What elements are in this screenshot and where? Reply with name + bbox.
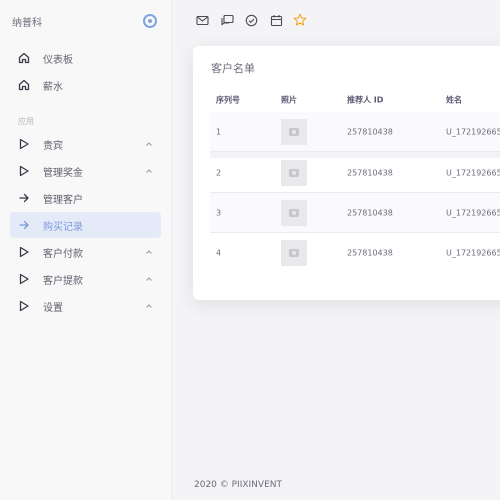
cell-referrer-id: 257810438	[347, 168, 393, 178]
photo-placeholder	[281, 119, 307, 145]
chevron-up-icon	[145, 302, 153, 310]
play-icon	[18, 165, 30, 177]
cell-serial: 4	[216, 248, 222, 258]
photo-placeholder	[281, 200, 307, 226]
check-circle-icon[interactable]	[244, 13, 258, 27]
column-header-photo: 照片	[281, 95, 297, 105]
sidebar: 纳普科 仪表板 薪水 应用 贵宾 管理奖金 管理客户 购买记录 客户付款 客户提…	[0, 0, 172, 500]
cell-referrer-id: 257810438	[347, 127, 393, 137]
sidebar-item-purchase-records[interactable]: 购买记录	[10, 212, 161, 238]
cell-serial: 3	[216, 208, 222, 218]
photo-placeholder	[281, 160, 307, 186]
cell-name: U_172192665	[446, 208, 500, 218]
sidebar-item-salary[interactable]: 薪水	[10, 72, 161, 98]
sidebar-item-dashboard[interactable]: 仪表板	[10, 45, 161, 71]
sidebar-item-customer-withdrawal[interactable]: 客户提款	[10, 266, 161, 292]
cell-name: U_172192665	[446, 168, 500, 178]
chevron-up-icon	[145, 167, 153, 175]
home-icon	[18, 52, 30, 64]
arrow-right-icon	[18, 192, 30, 204]
star-icon[interactable]	[293, 13, 307, 27]
camera-icon	[289, 209, 299, 217]
play-icon	[18, 300, 30, 312]
sidebar-item-label: 设置	[43, 302, 63, 314]
sidebar-item-label: 薪水	[43, 81, 63, 93]
camera-icon	[289, 128, 299, 136]
arrow-right-icon	[18, 219, 30, 231]
photo-placeholder	[281, 240, 307, 266]
sidebar-item-manage-bonus[interactable]: 管理奖金	[10, 158, 161, 184]
sidebar-toggle-icon[interactable]	[143, 14, 157, 28]
column-header-name: 姓名	[446, 95, 462, 105]
sidebar-item-label: 客户提款	[43, 275, 83, 287]
brand-name: 纳普科	[12, 18, 42, 29]
chevron-up-icon	[145, 248, 153, 256]
mail-icon[interactable]	[195, 13, 209, 27]
cell-serial: 2	[216, 168, 222, 178]
cell-name: U_172192665	[446, 127, 500, 137]
cell-referrer-id: 257810438	[347, 208, 393, 218]
camera-icon	[289, 249, 299, 257]
cell-name: U_172192665	[446, 248, 500, 258]
cell-referrer-id: 257810438	[347, 248, 393, 258]
sidebar-item-label: 管理客户	[43, 194, 83, 206]
sidebar-item-label: 购买记录	[43, 221, 83, 233]
chevron-up-icon	[145, 140, 153, 148]
footer-copyright: 2020 © PIIXINVENT	[194, 480, 282, 490]
sidebar-item-settings[interactable]: 设置	[10, 293, 161, 319]
cell-serial: 1	[216, 127, 222, 137]
home-icon	[18, 79, 30, 91]
camera-icon	[289, 169, 299, 177]
sidebar-item-label: 贵宾	[43, 140, 63, 152]
play-icon	[18, 273, 30, 285]
chat-icon[interactable]	[220, 13, 234, 27]
play-icon	[18, 246, 30, 258]
sidebar-item-manage-customers[interactable]: 管理客户	[10, 185, 161, 211]
customer-list-card: 客户名单 序列号 照片 推荐人 ID 姓名 1 257810438 U_1721…	[193, 46, 500, 300]
play-icon	[18, 138, 30, 150]
sidebar-item-label: 管理奖金	[43, 167, 83, 179]
column-header-referrer-id: 推荐人 ID	[347, 95, 384, 105]
sidebar-item-customer-payment[interactable]: 客户付款	[10, 239, 161, 265]
card-title: 客户名单	[211, 62, 255, 75]
sidebar-section-header: 应用	[18, 117, 34, 126]
column-header-serial: 序列号	[216, 95, 240, 105]
calendar-icon[interactable]	[269, 13, 283, 27]
sidebar-item-vip[interactable]: 贵宾	[10, 131, 161, 157]
sidebar-item-label: 仪表板	[43, 54, 73, 66]
sidebar-item-label: 客户付款	[43, 248, 83, 260]
chevron-up-icon	[145, 275, 153, 283]
